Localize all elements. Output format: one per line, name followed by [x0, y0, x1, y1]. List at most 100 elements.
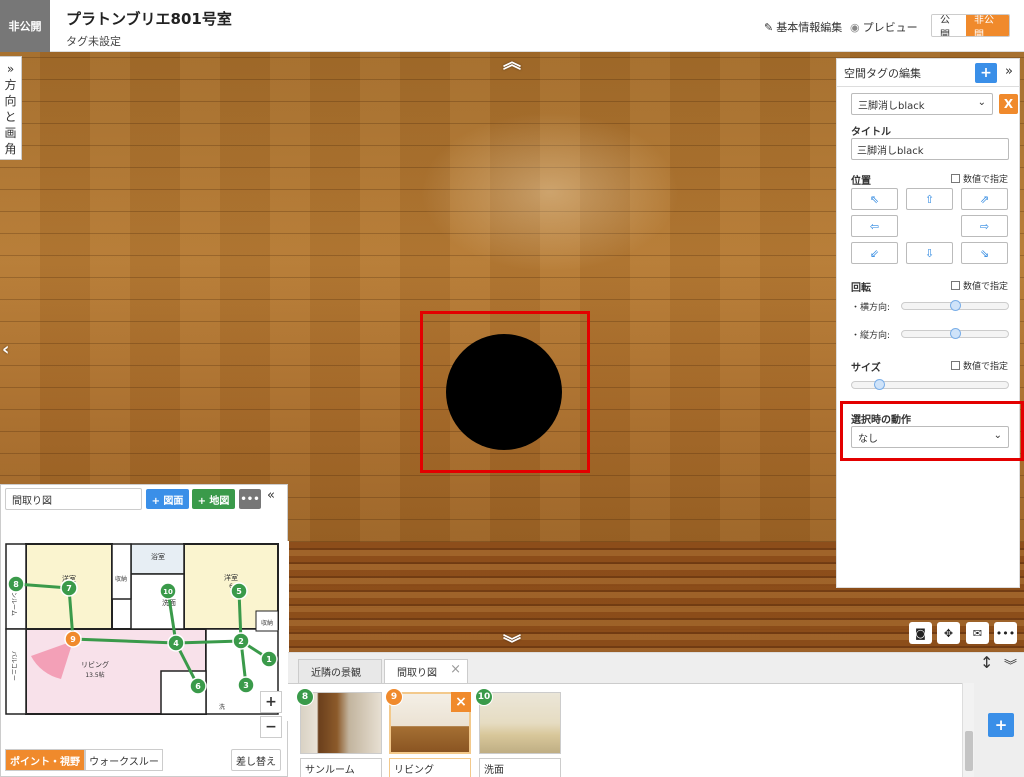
more-options-button[interactable]: •••: [239, 489, 261, 509]
edit-basic-info-link[interactable]: ✎ 基本情報編集: [764, 19, 842, 35]
slider-thumb[interactable]: [950, 300, 961, 311]
tab-floorplan[interactable]: 間取り図 ×: [384, 659, 468, 683]
status-badge: 非公開: [0, 0, 50, 52]
close-icon[interactable]: ×: [451, 692, 471, 712]
slider-thumb[interactable]: [874, 379, 885, 390]
comment-icon[interactable]: ✉: [966, 622, 989, 644]
swap-button[interactable]: 差し替え: [231, 749, 281, 771]
checkbox[interactable]: [951, 281, 960, 290]
scene-thumbnail-active[interactable]: 9 × リビング: [385, 688, 471, 777]
floorplan-point[interactable]: 7: [60, 579, 78, 597]
floorplan-map[interactable]: 浴室 洗面 収納 洋室 6 洋室 サンルーム バルコニー リビング 13.5帖 …: [1, 541, 289, 721]
side-tab-char: 向: [4, 94, 17, 108]
floorplan-point[interactable]: 4: [167, 634, 185, 652]
size-numeric-checkbox[interactable]: 数値で指定: [951, 359, 1008, 372]
floorplan-point[interactable]: 8: [7, 575, 25, 593]
tab-walkthrough[interactable]: ウォークスルー: [85, 749, 163, 771]
side-tab-char: 方: [4, 78, 17, 92]
floorplan-name-input[interactable]: 間取り図: [5, 488, 142, 510]
private-button[interactable]: 非公開: [966, 15, 1009, 36]
side-tab-char: »: [6, 62, 15, 76]
floorplan-point[interactable]: 5: [230, 582, 248, 600]
chevron-left-icon[interactable]: ‹: [2, 339, 9, 360]
add-tag-button[interactable]: +: [975, 63, 997, 83]
add-map-button[interactable]: + 地図: [192, 489, 235, 509]
move-up-left-button[interactable]: ⇖: [851, 188, 898, 210]
add-scene-button[interactable]: +: [988, 713, 1014, 737]
size-slider[interactable]: [851, 379, 1009, 390]
move-up-button[interactable]: ⇧: [906, 188, 953, 210]
side-tab-char: と: [4, 110, 17, 124]
point-badge: 9: [385, 688, 403, 706]
horizontal-rotation-slider[interactable]: [901, 300, 1009, 311]
scene-thumbnail[interactable]: 8 サンルーム: [296, 688, 382, 777]
tab-neighborhood[interactable]: 近隣の景観: [298, 659, 382, 683]
double-chevron-left-icon[interactable]: «: [267, 488, 275, 503]
move-down-button[interactable]: ⇩: [906, 242, 953, 264]
size-label: サイズ: [851, 363, 881, 374]
preview-link[interactable]: ◉ プレビュー: [850, 19, 918, 35]
floorplan-point[interactable]: 3: [237, 676, 255, 694]
public-button[interactable]: 公開: [932, 15, 966, 36]
scene-thumbnails-area: 近隣の景観 間取り図 × ↕ ︾ 8 サンルーム 9 × リビング 10 洗面 …: [288, 652, 1024, 777]
thumbnail-label: 洗面: [479, 758, 561, 777]
double-chevron-right-icon[interactable]: »: [1005, 64, 1013, 79]
floorplan-panel: 間取り図 + 図面 + 地図 ••• « 浴室 洗面 収納 洋室 6 洋室 サン…: [0, 484, 289, 777]
position-numeric-checkbox[interactable]: 数値で指定: [951, 172, 1008, 185]
floorplan-point[interactable]: 6: [189, 677, 207, 695]
svg-text:5: 5: [236, 587, 242, 596]
rotation-numeric-checkbox[interactable]: 数値で指定: [951, 279, 1008, 292]
space-tag-edit-panel: 空間タグの編集 + » 三脚消しblack ⌄ X タイトル 三脚消しblack…: [836, 58, 1020, 588]
title-input[interactable]: 三脚消しblack: [851, 138, 1009, 160]
camera-icon[interactable]: ◙: [909, 622, 932, 644]
chevron-up-icon[interactable]: ︽: [503, 48, 521, 74]
point-badge: 10: [475, 688, 493, 706]
close-icon[interactable]: ×: [450, 662, 461, 677]
zoom-out-button[interactable]: −: [260, 716, 282, 738]
eye-icon: ◉: [850, 20, 860, 34]
zoom-in-button[interactable]: +: [260, 691, 282, 713]
mode-tabs: ポイント・視野 ウォークスルー: [5, 749, 163, 771]
floorplan-point[interactable]: 1: [260, 650, 278, 668]
numeric-spec-label: 数値で指定: [963, 282, 1009, 292]
move-down-left-button[interactable]: ⇙: [851, 242, 898, 264]
room-label-western: 洋室: [224, 573, 238, 582]
edit-panel-title: 空間タグの編集: [844, 66, 921, 80]
thumbnail-scrollbar[interactable]: [962, 683, 974, 777]
thumbnail-label: サンルーム: [300, 758, 382, 777]
tag-select[interactable]: 三脚消しblack ⌄: [851, 93, 993, 115]
publish-toggle: 公開 非公開: [931, 14, 1010, 37]
move-left-button[interactable]: ⇦: [851, 215, 898, 237]
double-chevron-down-icon[interactable]: ︾: [1004, 655, 1017, 674]
move-icon[interactable]: ✥: [937, 622, 960, 644]
tab-point-view[interactable]: ポイント・視野: [5, 749, 85, 771]
scroll-thumb[interactable]: [965, 731, 973, 771]
numeric-spec-label: 数値で指定: [963, 175, 1009, 185]
scene-thumbnail[interactable]: 10 洗面: [475, 688, 561, 777]
room-label-storage: 収納: [115, 575, 127, 583]
checkbox[interactable]: [951, 174, 960, 183]
move-down-right-button[interactable]: ⇘: [961, 242, 1008, 264]
floorplan-point[interactable]: 10: [159, 582, 177, 600]
move-up-right-button[interactable]: ⇗: [961, 188, 1008, 210]
room-label-living: リビング: [81, 660, 109, 669]
floorplan-point-active[interactable]: 9: [64, 630, 82, 648]
delete-tag-button[interactable]: X: [999, 94, 1018, 114]
direction-angle-tab[interactable]: » 方 向 と 画 角: [0, 56, 22, 160]
add-plan-button[interactable]: + 図面: [146, 489, 189, 509]
floorplan-point[interactable]: 2: [232, 632, 250, 650]
svg-text:4: 4: [173, 639, 179, 648]
svg-text:9: 9: [70, 635, 76, 644]
svg-text:10: 10: [163, 588, 173, 596]
slider-thumb[interactable]: [950, 328, 961, 339]
more-icon[interactable]: •••: [994, 622, 1017, 644]
tag-status: タグ未設定: [66, 35, 121, 48]
svg-text:8: 8: [13, 580, 19, 589]
tripod-cover-tag[interactable]: [446, 334, 562, 450]
move-right-button[interactable]: ⇨: [961, 215, 1008, 237]
checkbox[interactable]: [951, 361, 960, 370]
vertical-rotation-slider[interactable]: [901, 328, 1009, 339]
rotation-label: 回転: [851, 283, 871, 294]
room-label-kitchen: 収納: [261, 619, 273, 627]
resize-vertical-icon[interactable]: ↕: [980, 653, 993, 672]
